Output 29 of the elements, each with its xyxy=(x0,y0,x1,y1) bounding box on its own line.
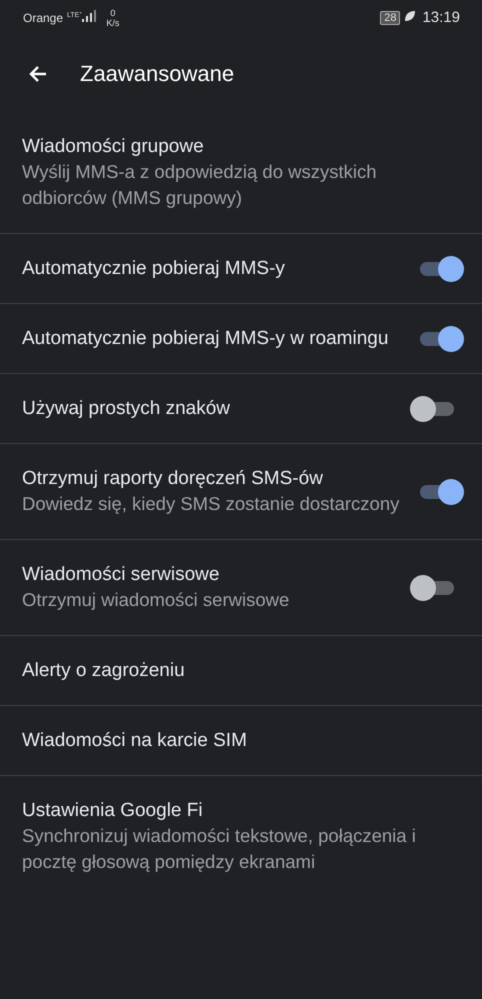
clock: 13:19 xyxy=(422,9,460,26)
setting-item[interactable]: Wiadomości na karcie SIM xyxy=(0,706,482,776)
setting-title: Wiadomości serwisowe xyxy=(22,563,220,587)
setting-item[interactable]: Wiadomości grupowe Wyślij MMS-a z odpowiedzią do wszystkich odbiorców (MMS grupowy) xyxy=(0,113,482,234)
setting-title: Otrzymuj raporty doręczeń SMS-ów xyxy=(22,467,324,491)
setting-summary: Synchronizuj wiadomości tekstowe, połączenia i pocztę głosową pomiędzy ekranami xyxy=(22,824,417,874)
battery-level: 28 xyxy=(380,10,400,24)
screen-title: Zaawansowane xyxy=(80,61,234,87)
carrier-name: Orange xyxy=(23,10,64,24)
setting-title: Automatycznie pobieraj MMS-y w roamingu xyxy=(22,327,390,351)
setting-summary: Wyślij MMS-a z odpowiedzią do wszystkich odbiorców (MMS grupowy) xyxy=(22,160,378,210)
setting-summary: Dowiedz się, kiedy SMS zostanie dostarczony xyxy=(22,492,400,516)
speed-value: 0 xyxy=(110,8,116,18)
setting-item[interactable]: Otrzymuj raporty doręczeń SMS-ów Dowiedz się, kiedy SMS zostanie dostarczony xyxy=(0,444,482,540)
setting-item[interactable]: Używaj prostych znaków xyxy=(0,374,482,444)
setting-item[interactable]: Automatycznie pobieraj MMS-y xyxy=(0,234,482,304)
signal-icon xyxy=(82,10,96,25)
setting-title: Ustawienia Google Fi xyxy=(22,799,204,823)
setting-title: Wiadomości grupowe xyxy=(22,135,205,159)
setting-title: Wiadomości na karcie SIM xyxy=(22,729,248,753)
setting-item[interactable]: Ustawienia Google Fi Synchronizuj wiadomości tekstowe, połączenia i pocztę głosową pomiędzy ekranami xyxy=(0,776,482,897)
setting-title: Automatycznie pobieraj MMS-y xyxy=(22,257,286,281)
speed-unit: K/s xyxy=(106,18,120,28)
setting-item[interactable]: Automatycznie pobieraj MMS-y w roamingu xyxy=(0,304,482,374)
setting-item[interactable]: Alerty o zagrożeniu xyxy=(0,636,482,706)
setting-item[interactable]: Wiadomości serwisowe Otrzymuj wiadomości serwisowe xyxy=(0,540,482,636)
setting-title: Używaj prostych znaków xyxy=(22,397,232,421)
setting-summary: Otrzymuj wiadomości serwisowe xyxy=(22,588,290,612)
setting-title: Alerty o zagrożeniu xyxy=(22,659,186,683)
